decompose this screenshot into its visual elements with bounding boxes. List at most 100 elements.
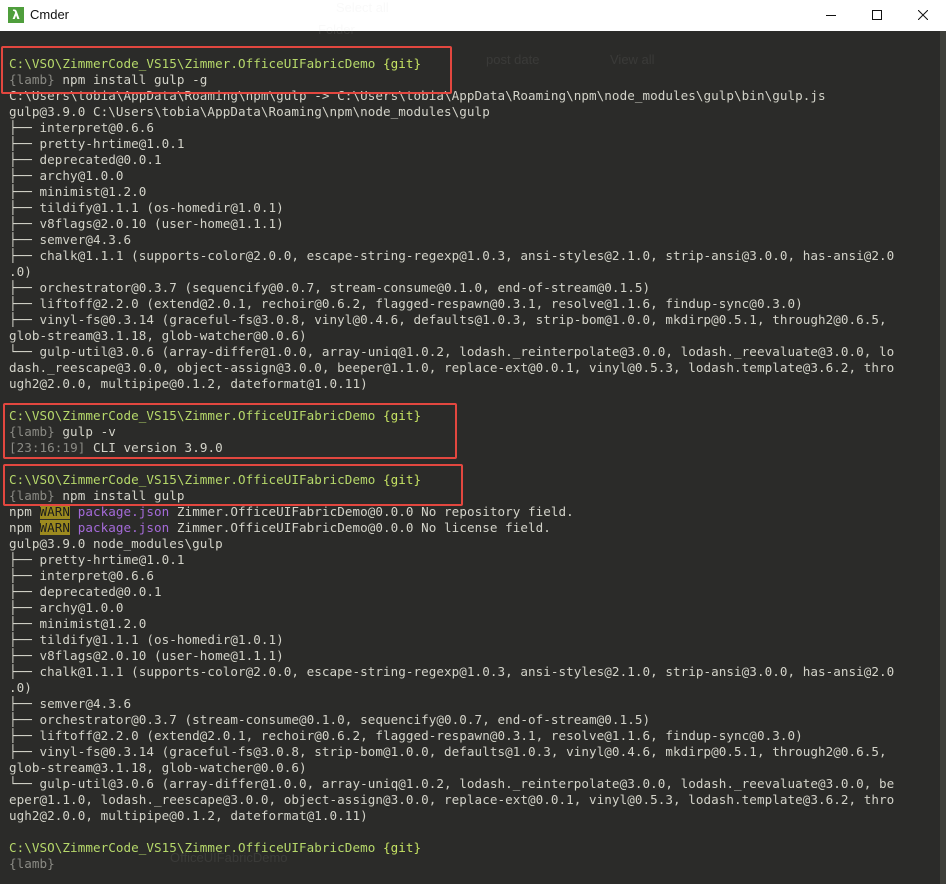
terminal-line: glob-stream@3.1.18, glob-watcher@0.0.6)	[9, 760, 939, 776]
terminal-output[interactable]: C:\VSO\ZimmerCode_VS15\Zimmer.OfficeUIFa…	[9, 56, 939, 872]
terminal-line: ├── minimist@1.2.0	[9, 184, 939, 200]
terminal-line: C:\VSO\ZimmerCode_VS15\Zimmer.OfficeUIFa…	[9, 472, 939, 488]
prompt-path: C:\VSO\ZimmerCode_VS15\Zimmer.OfficeUIFa…	[9, 408, 383, 423]
maximize-button[interactable]	[854, 0, 900, 31]
terminal-text: gulp@3.9.0 node_modules\gulp	[9, 536, 223, 551]
prompt-path: C:\VSO\ZimmerCode_VS15\Zimmer.OfficeUIFa…	[9, 840, 383, 855]
terminal-line: ├── vinyl-fs@0.3.14 (graceful-fs@3.0.8, …	[9, 744, 939, 760]
terminal-line: ├── chalk@1.1.1 (supports-color@2.0.0, e…	[9, 664, 939, 680]
terminal-line: ├── v8flags@2.0.10 (user-home@1.1.1)	[9, 216, 939, 232]
terminal-text: ├── orchestrator@0.3.7 (stream-consume@0…	[9, 712, 651, 727]
title-bar[interactable]: λ Cmder	[0, 0, 946, 32]
terminal-text: ├── orchestrator@0.3.7 (sequencify@0.0.7…	[9, 280, 651, 295]
terminal-text: ├── deprecated@0.0.1	[9, 152, 162, 167]
terminal-line: .0)	[9, 680, 939, 696]
terminal-text: glob-stream@3.1.18, glob-watcher@0.0.6)	[9, 328, 307, 343]
close-button[interactable]	[900, 0, 946, 31]
terminal-text: ├── chalk@1.1.1 (supports-color@2.0.0, e…	[9, 664, 895, 679]
terminal-line: [23:16:19] CLI version 3.9.0	[9, 440, 939, 456]
terminal-text: npm install gulp -g	[54, 72, 208, 87]
terminal-text: .0)	[9, 264, 32, 279]
terminal-text: .0)	[9, 680, 32, 695]
terminal-line: └── gulp-util@3.0.6 (array-differ@1.0.0,…	[9, 776, 939, 792]
terminal-text: ├── semver@4.3.6	[9, 232, 132, 247]
terminal-text: ugh2@2.0.0, multipipe@0.1.2, dateformat@…	[9, 376, 368, 391]
terminal-text: ├── vinyl-fs@0.3.14 (graceful-fs@3.0.8, …	[9, 744, 887, 759]
terminal-text: Zimmer.OfficeUIFabricDemo@0.0.0 No licen…	[169, 520, 551, 535]
terminal-line: ├── semver@4.3.6	[9, 696, 939, 712]
terminal-text: CLI version 3.9.0	[85, 440, 223, 455]
terminal-line: ├── archy@1.0.0	[9, 168, 939, 184]
terminal-line: C:\VSO\ZimmerCode_VS15\Zimmer.OfficeUIFa…	[9, 56, 939, 72]
terminal-line: gulp@3.9.0 C:\Users\tobia\AppData\Roamin…	[9, 104, 939, 120]
close-icon	[918, 10, 928, 20]
terminal-line: ├── orchestrator@0.3.7 (sequencify@0.0.7…	[9, 280, 939, 296]
git-tag: {git}	[382, 408, 422, 423]
terminal-text: ├── archy@1.0.0	[9, 168, 124, 183]
prompt-lambda: {lamb}	[9, 424, 55, 439]
terminal-text: ├── archy@1.0.0	[9, 600, 124, 615]
terminal-text: npm install gulp	[54, 488, 185, 503]
terminal-line: C:\Users\tobia\AppData\Roaming\npm\gulp …	[9, 88, 939, 104]
terminal-text: C:\Users\tobia\AppData\Roaming\npm\gulp …	[9, 88, 826, 103]
terminal-text: 23:16:19	[16, 440, 78, 455]
terminal-line: {lamb} npm install gulp	[9, 488, 939, 504]
terminal-line: {lamb} gulp -v	[9, 424, 939, 440]
terminal-text: npm	[9, 520, 40, 535]
warn-badge: WARN	[39, 520, 71, 535]
terminal-line: ├── interpret@0.6.6	[9, 568, 939, 584]
ghost-folder: Folder	[318, 22, 355, 37]
terminal-line: ├── minimist@1.2.0	[9, 616, 939, 632]
terminal-text: Zimmer.OfficeUIFabricDemo@0.0.0 No repos…	[169, 504, 574, 519]
terminal-line: ├── liftoff@2.2.0 (extend@2.0.1, rechoir…	[9, 296, 939, 312]
git-tag: {git}	[382, 472, 422, 487]
terminal-line: C:\VSO\ZimmerCode_VS15\Zimmer.OfficeUIFa…	[9, 840, 939, 856]
git-tag: {git}	[382, 56, 422, 71]
terminal-text: ├── chalk@1.1.1 (supports-color@2.0.0, e…	[9, 248, 895, 263]
terminal-line: ├── v8flags@2.0.10 (user-home@1.1.1)	[9, 648, 939, 664]
terminal-text: ├── semver@4.3.6	[9, 696, 132, 711]
terminal-text: ├── interpret@0.6.6	[9, 120, 155, 135]
terminal-text: ugh2@2.0.0, multipipe@0.1.2, dateformat@…	[9, 808, 368, 823]
terminal-text: gulp -v	[54, 424, 116, 439]
prompt-lambda: {lamb}	[9, 72, 55, 87]
minimize-button[interactable]	[808, 0, 854, 31]
terminal-line: ├── deprecated@0.0.1	[9, 584, 939, 600]
terminal-line: C:\VSO\ZimmerCode_VS15\Zimmer.OfficeUIFa…	[9, 408, 939, 424]
prompt-path: C:\VSO\ZimmerCode_VS15\Zimmer.OfficeUIFa…	[9, 472, 383, 487]
terminal-line: ├── interpret@0.6.6	[9, 120, 939, 136]
terminal-text: ├── deprecated@0.0.1	[9, 584, 162, 599]
terminal-text: ├── liftoff@2.2.0 (extend@2.0.1, rechoir…	[9, 728, 803, 743]
terminal-text: eper@1.1.0, lodash._reescape@3.0.0, obje…	[9, 792, 895, 807]
terminal-text: npm	[9, 504, 40, 519]
terminal-line: ├── tildify@1.1.1 (os-homedir@1.0.1)	[9, 200, 939, 216]
minimize-icon	[826, 15, 836, 16]
terminal-text: ├── interpret@0.6.6	[9, 568, 155, 583]
terminal-text: ├── tildify@1.1.1 (os-homedir@1.0.1)	[9, 200, 284, 215]
cmder-window: λ Cmder Select all Folder post date View…	[0, 0, 946, 884]
terminal-line: glob-stream@3.1.18, glob-watcher@0.0.6)	[9, 328, 939, 344]
terminal-text: └── gulp-util@3.0.6 (array-differ@1.0.0,…	[9, 344, 895, 359]
terminal-text: ├── pretty-hrtime@1.0.1	[9, 552, 185, 567]
terminal-text: ├── tildify@1.1.1 (os-homedir@1.0.1)	[9, 632, 284, 647]
terminal-line: ├── vinyl-fs@0.3.14 (graceful-fs@3.0.8, …	[9, 312, 939, 328]
terminal-line: ├── deprecated@0.0.1	[9, 152, 939, 168]
terminal-text: glob-stream@3.1.18, glob-watcher@0.0.6)	[9, 760, 307, 775]
terminal-text: ├── v8flags@2.0.10 (user-home@1.1.1)	[9, 648, 284, 663]
package-json-label: package.json	[77, 520, 170, 535]
terminal-line: ugh2@2.0.0, multipipe@0.1.2, dateformat@…	[9, 376, 939, 392]
prompt-lambda: {lamb}	[9, 488, 55, 503]
window-title: Cmder	[30, 7, 70, 22]
terminal-text: ├── pretty-hrtime@1.0.1	[9, 136, 185, 151]
prompt-lambda: {lamb}	[9, 856, 55, 871]
terminal-line: ├── tildify@1.1.1 (os-homedir@1.0.1)	[9, 632, 939, 648]
terminal-text: ├── v8flags@2.0.10 (user-home@1.1.1)	[9, 216, 284, 231]
terminal-text: gulp@3.9.0 C:\Users\tobia\AppData\Roamin…	[9, 104, 490, 119]
terminal-line: ├── semver@4.3.6	[9, 232, 939, 248]
package-json-label: package.json	[77, 504, 170, 519]
console-scrollbar[interactable]	[940, 31, 946, 884]
terminal-line: npm WARN package.json Zimmer.OfficeUIFab…	[9, 520, 939, 536]
